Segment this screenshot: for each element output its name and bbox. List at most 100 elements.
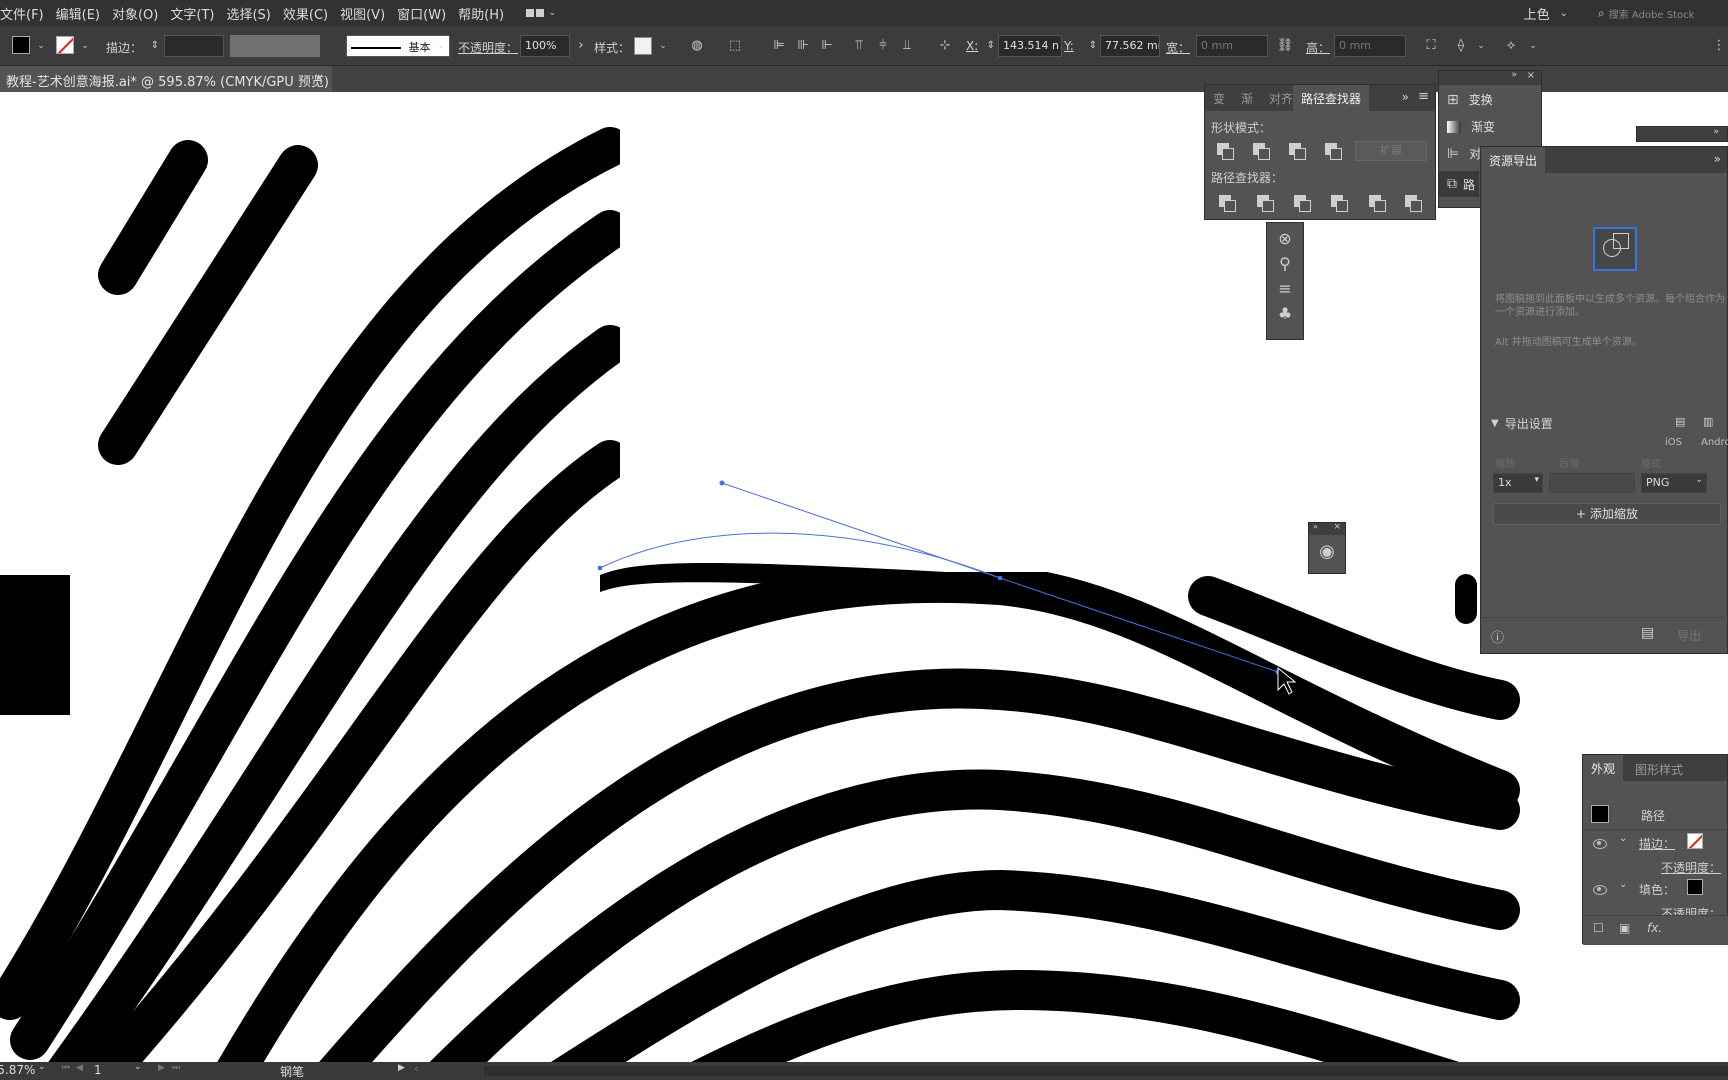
collapse-icon[interactable]: » <box>1714 152 1721 166</box>
chevron-right-icon[interactable]: › <box>572 37 590 55</box>
graphic-style-swatch[interactable] <box>634 37 652 55</box>
expand-button[interactable]: 扩展 <box>1355 141 1427 161</box>
recolor-artwork-icon[interactable]: ◍ <box>688 37 706 55</box>
divide-icon[interactable] <box>1219 195 1236 212</box>
stroke-swatch[interactable] <box>56 36 74 54</box>
info-icon[interactable]: ⓘ <box>1491 627 1504 646</box>
tab-appearance[interactable]: 外观 <box>1583 755 1624 781</box>
tab-asset-export[interactable]: 资源导出 <box>1481 147 1546 173</box>
variable-width-profile[interactable] <box>230 35 320 57</box>
chevron-down-icon[interactable]: ⌄ <box>1524 37 1542 55</box>
export-button[interactable]: 导出 <box>1677 627 1701 644</box>
menu-view[interactable]: 视图(V) <box>334 4 391 23</box>
horizontal-scrollbar[interactable] <box>484 1066 1728 1076</box>
chevron-down-icon[interactable]: ⌄ <box>38 1062 46 1072</box>
minus-back-icon[interactable] <box>1405 195 1422 212</box>
zoom-level[interactable]: 595.87% <box>0 1063 35 1077</box>
suffix-input[interactable] <box>1549 473 1635 493</box>
add-fill-icon[interactable]: ▣ <box>1619 921 1630 935</box>
libraries-icon[interactable]: ⊗ <box>1267 223 1303 248</box>
panel-menu-icon[interactable]: ⋮ <box>1710 37 1728 55</box>
artboard-canvas[interactable]: ⊗ ⚲ ≡ ♣ » × ◉ <box>0 92 1728 1062</box>
artboard-number[interactable]: 1 <box>94 1063 102 1077</box>
dock-item-align[interactable]: ⊫ 对 <box>1447 145 1481 162</box>
align-middle-icon[interactable]: ⫩ <box>874 37 892 55</box>
first-artboard-icon[interactable]: ⏮ <box>62 1063 70 1073</box>
next-artboard-icon[interactable]: ▶ <box>158 1063 165 1073</box>
panel-menu-icon[interactable]: ≡ <box>1418 89 1429 104</box>
intersect-icon[interactable] <box>1289 143 1306 160</box>
menu-type[interactable]: 文字(T) <box>164 4 220 23</box>
stroke-opacity-label[interactable]: 不透明度： <box>1661 859 1721 876</box>
dock-item-gradient[interactable]: 渐变 <box>1447 118 1495 135</box>
tab-graphic-styles[interactable]: 图形样式 <box>1635 761 1683 778</box>
add-stroke-icon[interactable]: ☐ <box>1593 921 1604 935</box>
chevron-down-icon[interactable]: ⌄ <box>1619 879 1627 890</box>
unite-icon[interactable] <box>1217 143 1234 160</box>
menu-help[interactable]: 帮助(H) <box>452 4 510 23</box>
opacity-label[interactable]: 不透明度： <box>458 39 518 56</box>
chevron-down-icon[interactable]: ⌄ <box>1619 833 1627 844</box>
color-guide-icon[interactable]: ◉ <box>1309 535 1345 562</box>
menu-edit[interactable]: 编辑(E) <box>50 4 106 23</box>
prev-artboard-icon[interactable]: ◀ <box>76 1063 83 1073</box>
y-input[interactable]: 77.562 mm <box>1100 35 1160 57</box>
align-right-icon[interactable]: ⊩ <box>818 37 836 55</box>
menu-effect[interactable]: 效果(C) <box>277 4 334 23</box>
android-icon[interactable]: ▥ <box>1703 415 1713 428</box>
link-icon[interactable]: ⛓ <box>1276 37 1294 55</box>
opacity-input[interactable]: 100% <box>520 35 570 57</box>
stepper-icon[interactable]: ⇕ <box>146 37 164 55</box>
chevron-down-icon[interactable]: ⌄ <box>432 37 450 55</box>
scale-select[interactable]: 1x ▾ <box>1493 473 1543 493</box>
shape-options-icon[interactable]: ⟡ <box>1502 37 1520 55</box>
minus-front-icon[interactable] <box>1253 143 1270 160</box>
chevron-down-icon[interactable]: ⌄ <box>654 37 672 55</box>
align-top-icon[interactable]: ⫪ <box>850 37 868 55</box>
brushes-icon[interactable]: ⚲ <box>1267 248 1303 273</box>
close-icon[interactable]: × <box>314 71 324 85</box>
tab-pathfinder[interactable]: 路径查找器 <box>1293 85 1370 111</box>
close-icon[interactable]: × <box>1527 70 1535 81</box>
chevron-down-icon[interactable]: ⌄ <box>32 37 50 55</box>
transform-icon[interactable]: ⛶ <box>1422 37 1440 55</box>
chevron-down-icon[interactable]: ⌄ <box>134 1062 142 1072</box>
merge-icon[interactable] <box>1294 195 1311 212</box>
collapse-icon[interactable]: » <box>1313 522 1318 531</box>
collapse-icon[interactable]: » <box>1511 70 1517 80</box>
export-settings-header[interactable]: ▼ 导出设置 <box>1491 415 1553 432</box>
align-bottom-icon[interactable]: ⫫ <box>898 37 916 55</box>
symbols-icon[interactable]: ♣ <box>1267 298 1303 323</box>
stroke-attribute-label[interactable]: 描边： <box>1639 835 1675 852</box>
ios-icon[interactable]: ▤ <box>1675 415 1685 428</box>
export-settings-icon[interactable]: ▤ <box>1641 625 1654 641</box>
reference-point-icon[interactable]: ⊹ <box>936 37 954 55</box>
menu-file[interactable]: 文件(F) <box>0 4 50 23</box>
height-input[interactable]: 0 mm <box>1334 35 1406 57</box>
document-tab[interactable]: 教程-艺术创意海报.ai* @ 595.87% (CMYK/GPU 预览) × <box>0 66 332 92</box>
eye-icon[interactable] <box>1593 839 1607 849</box>
workspace-switcher[interactable]: 上色 ⌄ <box>1524 4 1568 23</box>
dock-item-transform[interactable]: ⊞ 变换 <box>1447 91 1493 108</box>
x-input[interactable]: 143.514 n <box>998 35 1062 57</box>
tab-gradient[interactable]: 渐 <box>1241 90 1253 107</box>
arrange-documents-icon[interactable]: ⌄ <box>526 5 556 21</box>
menu-select[interactable]: 选择(S) <box>220 4 276 23</box>
fx-button[interactable]: fx. <box>1647 921 1662 935</box>
trim-icon[interactable] <box>1257 195 1274 212</box>
outline-icon[interactable] <box>1369 195 1386 212</box>
format-select[interactable]: PNG ⌄ <box>1641 473 1707 493</box>
add-scale-button[interactable]: + 添加缩放 <box>1493 503 1721 525</box>
align-to-icon[interactable]: ⬚ <box>726 37 744 55</box>
chevron-down-icon[interactable]: ⌄ <box>1472 37 1490 55</box>
menu-window[interactable]: 窗口(W) <box>391 4 452 23</box>
stock-search[interactable]: ⌕ 搜索 Adobe Stock <box>1598 3 1728 23</box>
collapse-icon[interactable]: » <box>1713 127 1719 137</box>
stroke-panel-icon[interactable]: ≡ <box>1267 273 1303 298</box>
tab-transform[interactable]: 变 <box>1213 90 1225 107</box>
chevron-down-icon[interactable]: ⌄ <box>76 37 94 55</box>
align-center-icon[interactable]: ⊪ <box>794 37 812 55</box>
stroke-weight-input[interactable] <box>164 35 224 57</box>
last-artboard-icon[interactable]: ⏭ <box>172 1063 180 1073</box>
exclude-icon[interactable] <box>1325 143 1342 160</box>
